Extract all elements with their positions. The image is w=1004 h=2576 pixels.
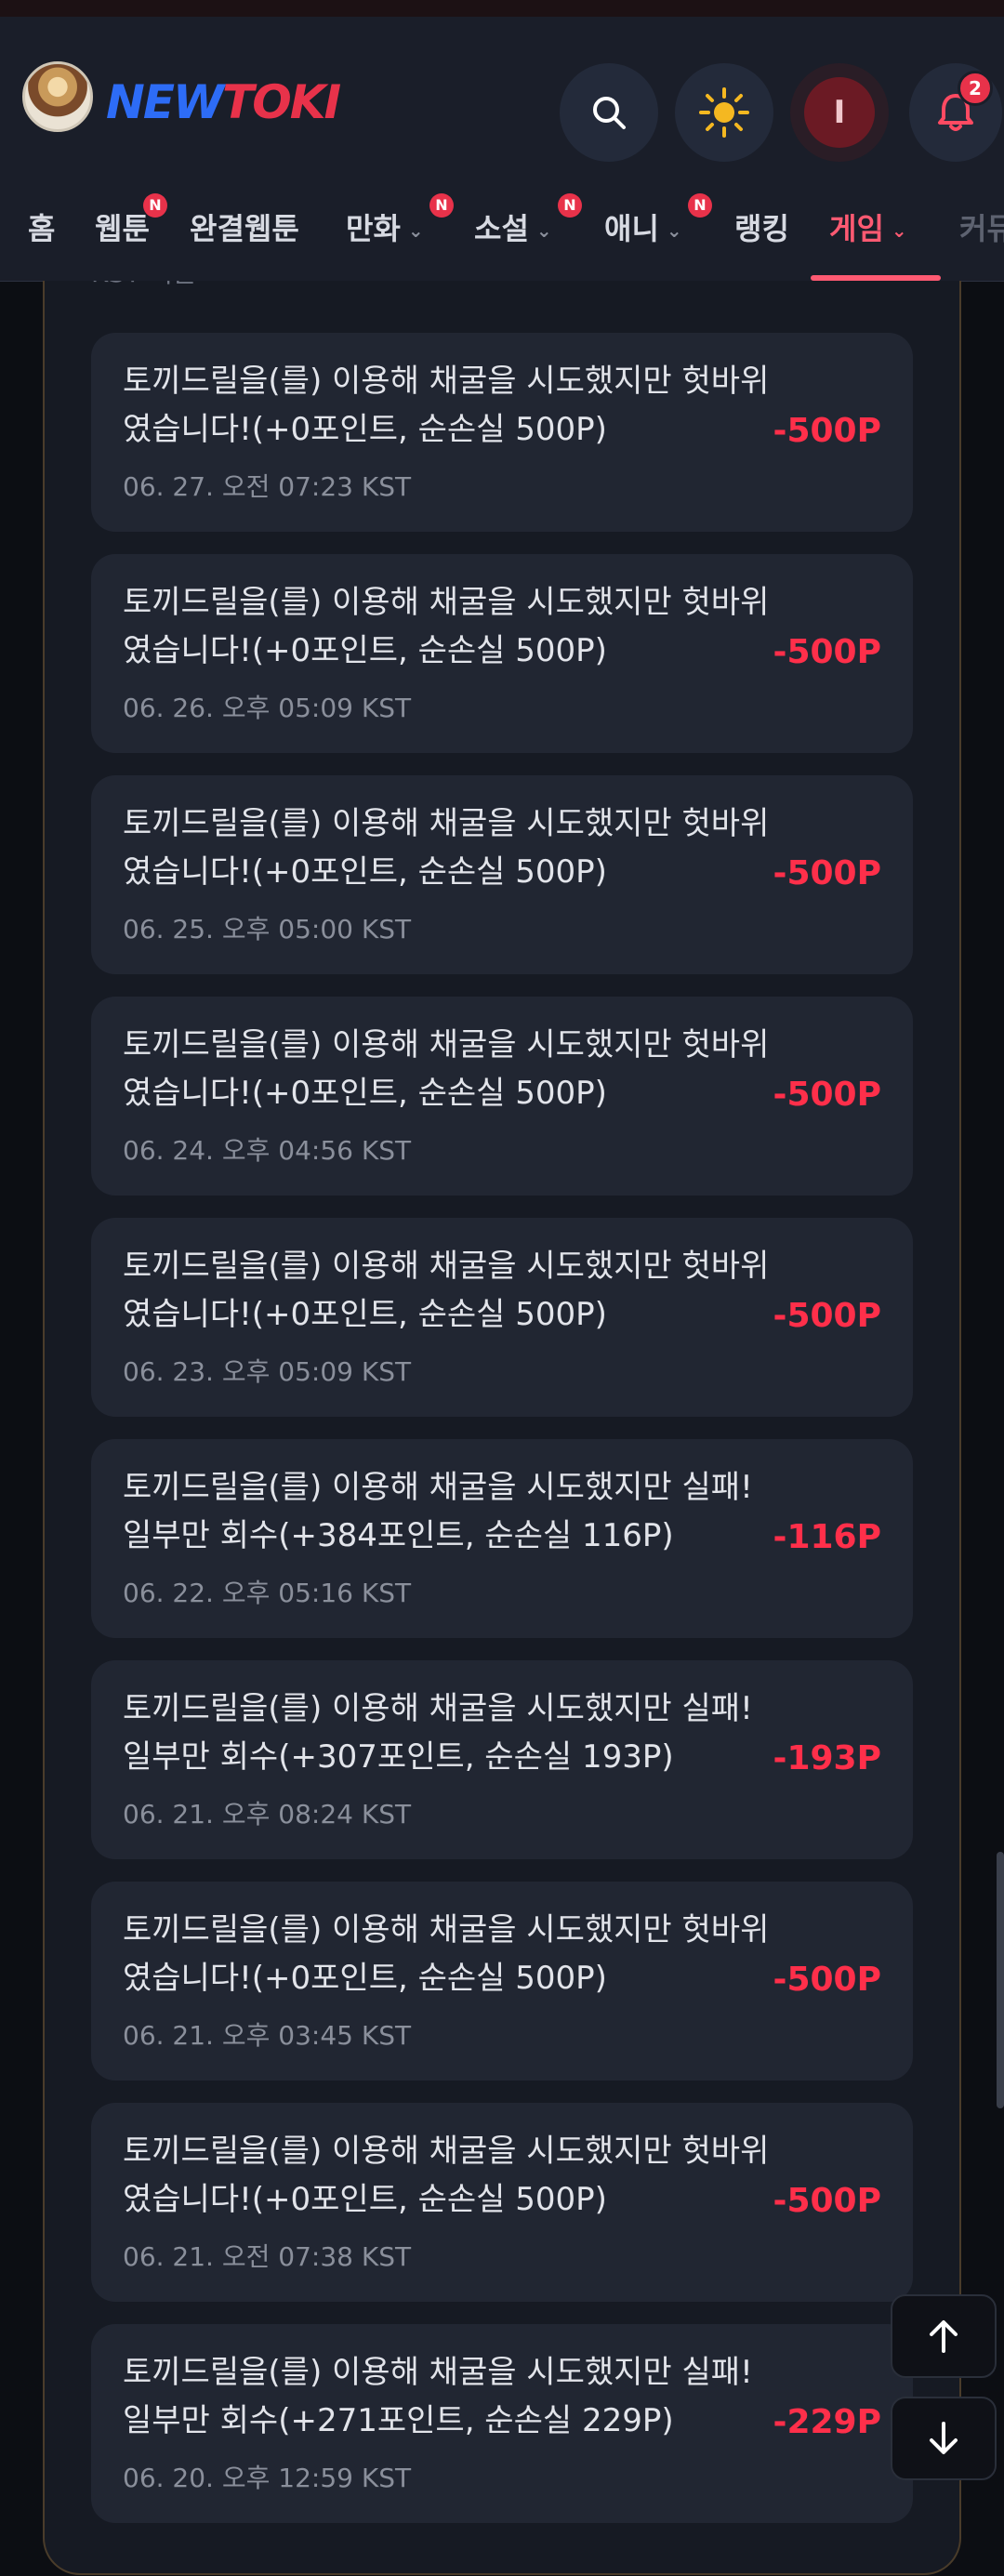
site-logo[interactable]: NEWTOKI (106, 74, 341, 130)
new-badge: N (143, 193, 167, 218)
log-amount: -500P (773, 633, 881, 671)
nav-item-webtoon[interactable]: 웹툰 N (95, 193, 167, 249)
log-timestamp: 06. 22. 오후 05:16 KST (123, 1578, 412, 1608)
log-amount: -500P (773, 854, 881, 892)
top-status-strip (0, 0, 1004, 17)
page-scrollbar[interactable] (997, 1852, 1004, 2108)
nav-item-game[interactable]: 게임 ⌄ (829, 208, 907, 249)
list-item: 토끼드릴을(를) 이용해 채굴을 시도했지만 실패! 일부만 회수(+307포인… (91, 1660, 913, 1859)
list-item: 토끼드릴을(를) 이용해 채굴을 시도했지만 헛바위였습니다!(+0포인트, 순… (91, 775, 913, 974)
log-description: 토끼드릴을(를) 이용해 채굴을 시도했지만 헛바위였습니다!(+0포인트, 순… (123, 1026, 770, 1112)
scroll-to-top-button[interactable] (891, 2294, 997, 2378)
nav-item-label: 웹툰 (95, 211, 150, 246)
log-timestamp: 06. 26. 오후 05:09 KST (123, 693, 412, 723)
list-item: 토끼드릴을(를) 이용해 채굴을 시도했지만 헛바위였습니다!(+0포인트, 순… (91, 333, 913, 532)
chevron-down-icon: ⌄ (891, 219, 907, 242)
nav-item-community[interactable]: 커뮤 (959, 208, 1004, 249)
arrow-up-icon (930, 2320, 958, 2353)
log-amount: -116P (773, 1518, 881, 1556)
search-icon (593, 97, 626, 129)
log-timestamp: 06. 20. 오후 12:59 KST (123, 2463, 412, 2493)
scroll-to-bottom-button[interactable] (891, 2397, 997, 2480)
nav-item-label: 완결웹툰 (190, 211, 299, 246)
log-timestamp: 06. 21. 오전 07:38 KST (123, 2241, 412, 2272)
log-timestamp: 06. 24. 오후 04:56 KST (123, 1135, 412, 1166)
logo-text-new: NEW (106, 75, 224, 129)
nav-item-label: 랭킹 (734, 211, 789, 246)
arrow-down-icon (930, 2422, 958, 2454)
search-button[interactable] (560, 63, 658, 162)
logo-text-toki: TOKI (222, 75, 341, 129)
log-description: 토끼드릴을(를) 이용해 채굴을 시도했지만 헛바위였습니다!(+0포인트, 순… (123, 1911, 770, 1997)
log-description: 토끼드릴을(를) 이용해 채굴을 시도했지만 헛바위였습니다!(+0포인트, 순… (123, 584, 770, 669)
log-amount: -500P (773, 1297, 881, 1335)
log-description: 토끼드릴을(를) 이용해 채굴을 시도했지만 헛바위였습니다!(+0포인트, 순… (123, 805, 770, 891)
new-badge: N (429, 193, 454, 218)
nav-item-novel[interactable]: 소설 ⌄ N (474, 193, 582, 249)
theme-toggle-button[interactable] (675, 63, 773, 162)
chevron-down-icon: ⌄ (535, 219, 552, 242)
log-amount: -500P (773, 412, 881, 450)
new-badge: N (688, 193, 712, 218)
nav-item-manga[interactable]: 만화 ⌄ N (346, 193, 454, 249)
log-amount: -193P (773, 1739, 881, 1777)
logo-mascot-icon[interactable] (22, 61, 93, 132)
nav-item-completed-webtoon[interactable]: 완결웹툰 (190, 208, 299, 249)
log-amount: -500P (773, 1076, 881, 1114)
log-description: 토끼드릴을(를) 이용해 채굴을 시도했지만 헛바위였습니다!(+0포인트, 순… (123, 363, 770, 448)
list-item: 토끼드릴을(를) 이용해 채굴을 시도했지만 헛바위였습니다!(+0포인트, 순… (91, 2103, 913, 2302)
site-header: NEWTOKI I 2 (0, 17, 1004, 178)
log-amount: -500P (773, 2182, 881, 2220)
nav-item-label: 소설 (474, 211, 529, 246)
list-item: 토끼드릴을(를) 이용해 채굴을 시도했지만 헛바위였습니다!(+0포인트, 순… (91, 1218, 913, 1417)
sun-icon (699, 87, 749, 138)
log-timestamp: 06. 25. 오후 05:00 KST (123, 914, 412, 945)
nav-item-anime[interactable]: 애니 ⌄ N (604, 193, 712, 249)
notifications-button[interactable]: 2 (909, 63, 1002, 162)
nav-item-label: 게임 (829, 211, 884, 246)
avatar: I (804, 77, 875, 148)
nav-item-home[interactable]: 홈 (28, 208, 55, 249)
nav-item-label: 커뮤 (959, 211, 1004, 246)
log-timestamp: 06. 23. 오후 05:09 KST (123, 1356, 412, 1387)
list-item: 토끼드릴을(를) 이용해 채굴을 시도했지만 헛바위였습니다!(+0포인트, 순… (91, 997, 913, 1196)
nav-item-ranking[interactable]: 랭킹 (734, 208, 789, 249)
chevron-down-icon: ⌄ (407, 219, 424, 242)
notification-count-badge: 2 (958, 71, 993, 106)
log-description: 토끼드릴을(를) 이용해 채굴을 시도했지만 헛바위였습니다!(+0포인트, 순… (123, 2133, 770, 2218)
log-timestamp: 06. 21. 오후 08:24 KST (123, 1799, 412, 1830)
log-description: 토끼드릴을(를) 이용해 채굴을 시도했지만 실패! 일부만 회수(+307포인… (123, 1690, 753, 1776)
log-description: 토끼드릴을(를) 이용해 채굴을 시도했지만 헛바위였습니다!(+0포인트, 순… (123, 1248, 770, 1333)
list-item: 토끼드릴을(를) 이용해 채굴을 시도했지만 헛바위였습니다!(+0포인트, 순… (91, 554, 913, 753)
main-nav: 홈 웹툰 N 완결웹툰 만화 ⌄ N 소설 ⌄ N 애니 ⌄ N 랭킹 게임 ⌄ 커뮤 (0, 177, 1004, 282)
log-description: 토끼드릴을(를) 이용해 채굴을 시도했지만 실패! 일부만 회수(+384포인… (123, 1469, 753, 1554)
log-description: 토끼드릴을(를) 이용해 채굴을 시도했지만 실패! 일부만 회수(+271포인… (123, 2354, 753, 2439)
nav-item-label: 애니 (604, 211, 659, 246)
log-timestamp: 06. 27. 오전 07:23 KST (123, 471, 412, 502)
list-item: 토끼드릴을(를) 이용해 채굴을 시도했지만 실패! 일부만 회수(+384포인… (91, 1439, 913, 1638)
user-menu-button[interactable]: I (790, 63, 889, 162)
list-item: 토끼드릴을(를) 이용해 채굴을 시도했지만 실패! 일부만 회수(+271포인… (91, 2324, 913, 2523)
new-badge: N (558, 193, 582, 218)
log-amount: -500P (773, 1961, 881, 1999)
nav-item-label: 만화 (346, 211, 401, 246)
nav-item-label: 홈 (28, 211, 56, 246)
log-amount: -229P (773, 2403, 881, 2441)
chevron-down-icon: ⌄ (666, 219, 682, 242)
log-timestamp: 06. 21. 오후 03:45 KST (123, 2020, 412, 2051)
list-item: 토끼드릴을(를) 이용해 채굴을 시도했지만 헛바위였습니다!(+0포인트, 순… (91, 1882, 913, 2081)
